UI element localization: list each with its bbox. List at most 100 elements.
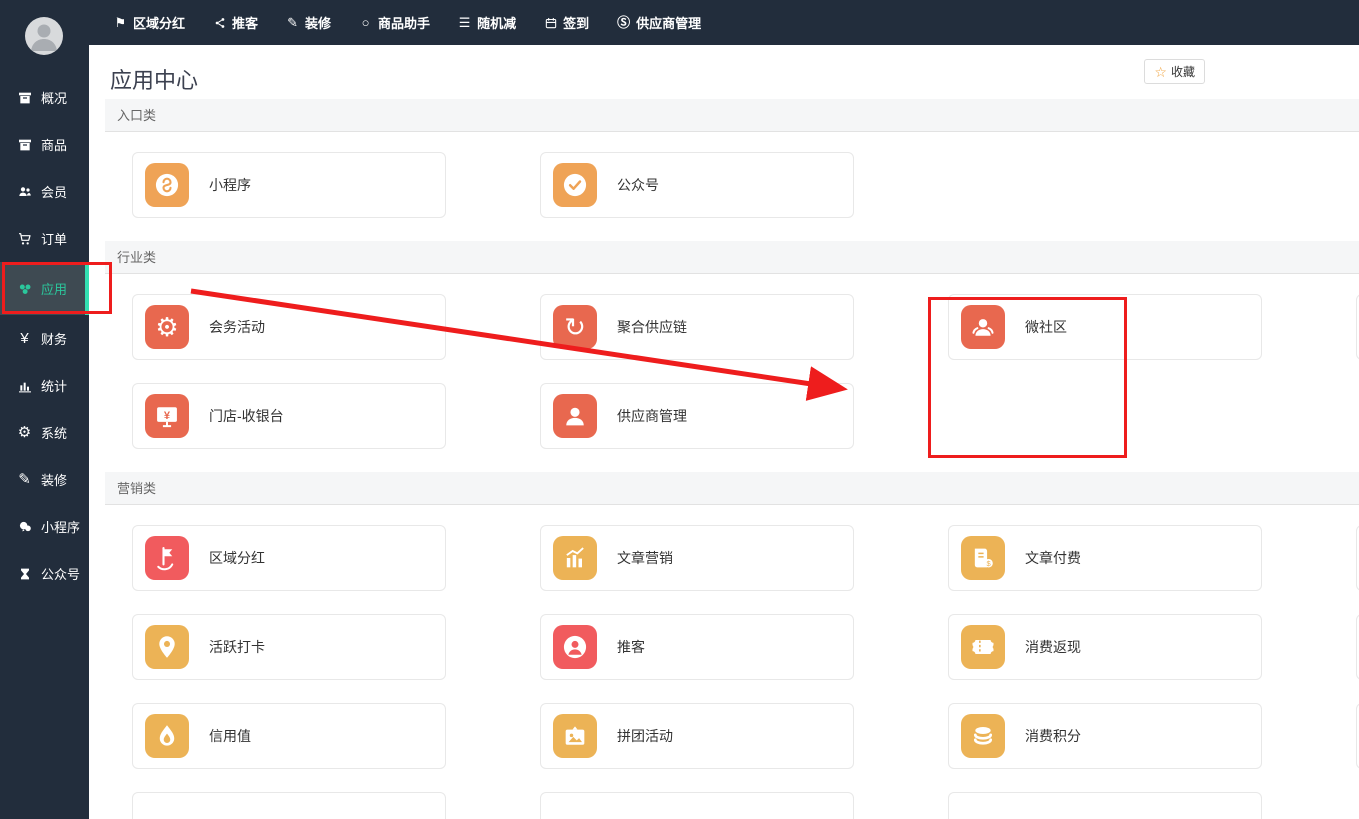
sidebar-item-label: 商品 (41, 135, 67, 154)
sidebar-item-label: 订单 (41, 229, 67, 248)
members-icon (16, 183, 33, 200)
sidebar-item-3[interactable]: 订单 (0, 215, 89, 262)
app-card-label: 消费返现 (1025, 637, 1081, 657)
app-card[interactable]: 小程序 (132, 152, 446, 218)
app-card-label: 活跃打卡 (209, 637, 265, 657)
miniprogram-icon (145, 163, 189, 207)
section-1: 行业类 ⚙会务活动 ↻聚合供应链 微社区 ¥ 门店-收银台 供应商管理 (89, 241, 1359, 449)
sidebar-item-0[interactable]: 概况 (0, 74, 89, 121)
circle-icon: ○ (358, 15, 373, 30)
s-circle-icon: Ⓢ (616, 15, 631, 30)
system-icon: ⚙ (16, 424, 33, 441)
sidebar-item-8[interactable]: ✎装修 (0, 456, 89, 503)
card-grid: ⚙会务活动 ↻聚合供应链 微社区 ¥ 门店-收银台 供应商管理 (89, 274, 1359, 449)
card-row: 区域分红 文章营销 $文章付费 (132, 525, 1359, 591)
brush-icon: ✎ (285, 15, 300, 30)
hourglass-icon (16, 565, 33, 582)
app-card[interactable]: 微社区 (948, 294, 1262, 360)
community-icon (961, 305, 1005, 349)
section-0: 入口类小程序 公众号 (89, 99, 1359, 218)
sidebar-item-label: 系统 (41, 423, 67, 442)
app-card-partial[interactable] (132, 792, 446, 819)
sidebar-item-label: 小程序 (41, 517, 80, 536)
app-card[interactable]: $文章付费 (948, 525, 1262, 591)
topnav-item-label: 签到 (563, 13, 589, 32)
chart-icon (553, 536, 597, 580)
app-card[interactable]: 文章营销 (540, 525, 854, 591)
person-circle-icon (553, 625, 597, 669)
stats-icon (16, 377, 33, 394)
app-card[interactable]: 消费返现 (948, 614, 1262, 680)
svg-text:¥: ¥ (164, 410, 171, 422)
app-card-label: 推客 (617, 637, 645, 657)
card-grid: 小程序 公众号 (89, 132, 1359, 218)
badge-check-icon (553, 163, 597, 207)
apps-icon (16, 280, 33, 297)
app-card[interactable]: 活跃打卡 (132, 614, 446, 680)
finance-icon: ¥ (16, 330, 33, 347)
app-card[interactable]: 消费积分 (948, 703, 1262, 769)
app-card-label: 区域分红 (209, 548, 265, 568)
sidebar-item-5[interactable]: ¥财务 (0, 315, 89, 362)
topnav-item-label: 供应商管理 (636, 13, 701, 32)
sidebar-item-6[interactable]: 统计 (0, 362, 89, 409)
app-card-partial[interactable] (948, 792, 1262, 819)
app-card-label: 门店-收银台 (209, 406, 284, 426)
app-card[interactable]: 信用值 (132, 703, 446, 769)
brush-icon: ✎ (16, 471, 33, 488)
sidebar-item-7[interactable]: ⚙ 系统 (0, 409, 89, 456)
flag-icon: ⚑ (113, 15, 128, 30)
topnav-item-label: 装修 (305, 13, 331, 32)
topnav-item-3[interactable]: ○商品助手 (358, 13, 430, 32)
app-card[interactable]: ⚙会务活动 (132, 294, 446, 360)
topnav-item-label: 随机减 (477, 13, 516, 32)
app-card[interactable]: 区域分红 (132, 525, 446, 591)
app-card[interactable]: 推客 (540, 614, 854, 680)
card-row: ¥ 门店-收银台 供应商管理 (132, 383, 1359, 449)
top-navbar: ⚑ 区域分红 推客 ✎ 装修 ○商品助手 ☰随机减 签到 Ⓢ 供应商管理 (0, 0, 1359, 45)
app-card-label: 信用值 (209, 726, 251, 746)
cart-icon (16, 230, 33, 247)
photo-icon (553, 714, 597, 758)
user-avatar[interactable] (25, 17, 63, 55)
app-card-label: 文章付费 (1025, 548, 1081, 568)
section-header: 入口类 (105, 99, 1359, 132)
topnav-item-5[interactable]: 签到 (543, 13, 589, 32)
section-header: 行业类 (105, 241, 1359, 274)
favorite-button[interactable]: ☆ 收藏 (1144, 59, 1205, 84)
topnav-item-label: 区域分红 (133, 13, 185, 32)
app-card[interactable]: 拼团活动 (540, 703, 854, 769)
app-card[interactable]: ↻聚合供应链 (540, 294, 854, 360)
sidebar-item-2[interactable]: 会员 (0, 168, 89, 215)
app-card-label: 文章营销 (617, 548, 673, 568)
location-pin-icon (145, 625, 189, 669)
app-card-label: 会务活动 (209, 317, 265, 337)
card-grid: 区域分红 文章营销 $文章付费活跃打卡 推客 消费返现信用值 拼团活动 消费积分 (89, 505, 1359, 819)
app-card[interactable]: 公众号 (540, 152, 854, 218)
person-icon (553, 394, 597, 438)
app-card-partial[interactable] (540, 792, 854, 819)
topnav-item-0[interactable]: ⚑ 区域分红 (113, 13, 185, 32)
card-row: ⚙会务活动 ↻聚合供应链 微社区 (132, 294, 1359, 360)
sidebar-item-10[interactable]: 公众号 (0, 550, 89, 597)
sidebar: 概况商品会员订单应用¥财务统计 ⚙ 系统 ✎装修小程序公众号 (0, 0, 89, 819)
app-card-label: 消费积分 (1025, 726, 1081, 746)
app-card[interactable]: 供应商管理 (540, 383, 854, 449)
star-icon: ☆ (1154, 65, 1167, 79)
topnav-item-4[interactable]: ☰随机减 (457, 13, 516, 32)
app-card-label: 拼团活动 (617, 726, 673, 746)
sidebar-item-label: 会员 (41, 182, 67, 201)
sidebar-item-9[interactable]: 小程序 (0, 503, 89, 550)
sidebar-item-1[interactable]: 商品 (0, 121, 89, 168)
sidebar-item-label: 公众号 (41, 564, 80, 583)
app-card-label: 小程序 (209, 175, 251, 195)
main-content: 应用中心 ☆ 收藏 入口类小程序公众号行业类⚙会务活动↻聚合供应链微社区¥门店-… (89, 45, 1359, 819)
sidebar-item-4[interactable]: 应用 (0, 262, 89, 315)
app-card-label: 公众号 (617, 175, 659, 195)
card-row: 活跃打卡 推客 消费返现 (132, 614, 1359, 680)
topnav-item-6[interactable]: Ⓢ 供应商管理 (616, 13, 701, 32)
topnav-item-1[interactable]: 推客 (212, 13, 258, 32)
loop-icon: ↻ (553, 305, 597, 349)
app-card[interactable]: ¥ 门店-收银台 (132, 383, 446, 449)
topnav-item-2[interactable]: ✎ 装修 (285, 13, 331, 32)
